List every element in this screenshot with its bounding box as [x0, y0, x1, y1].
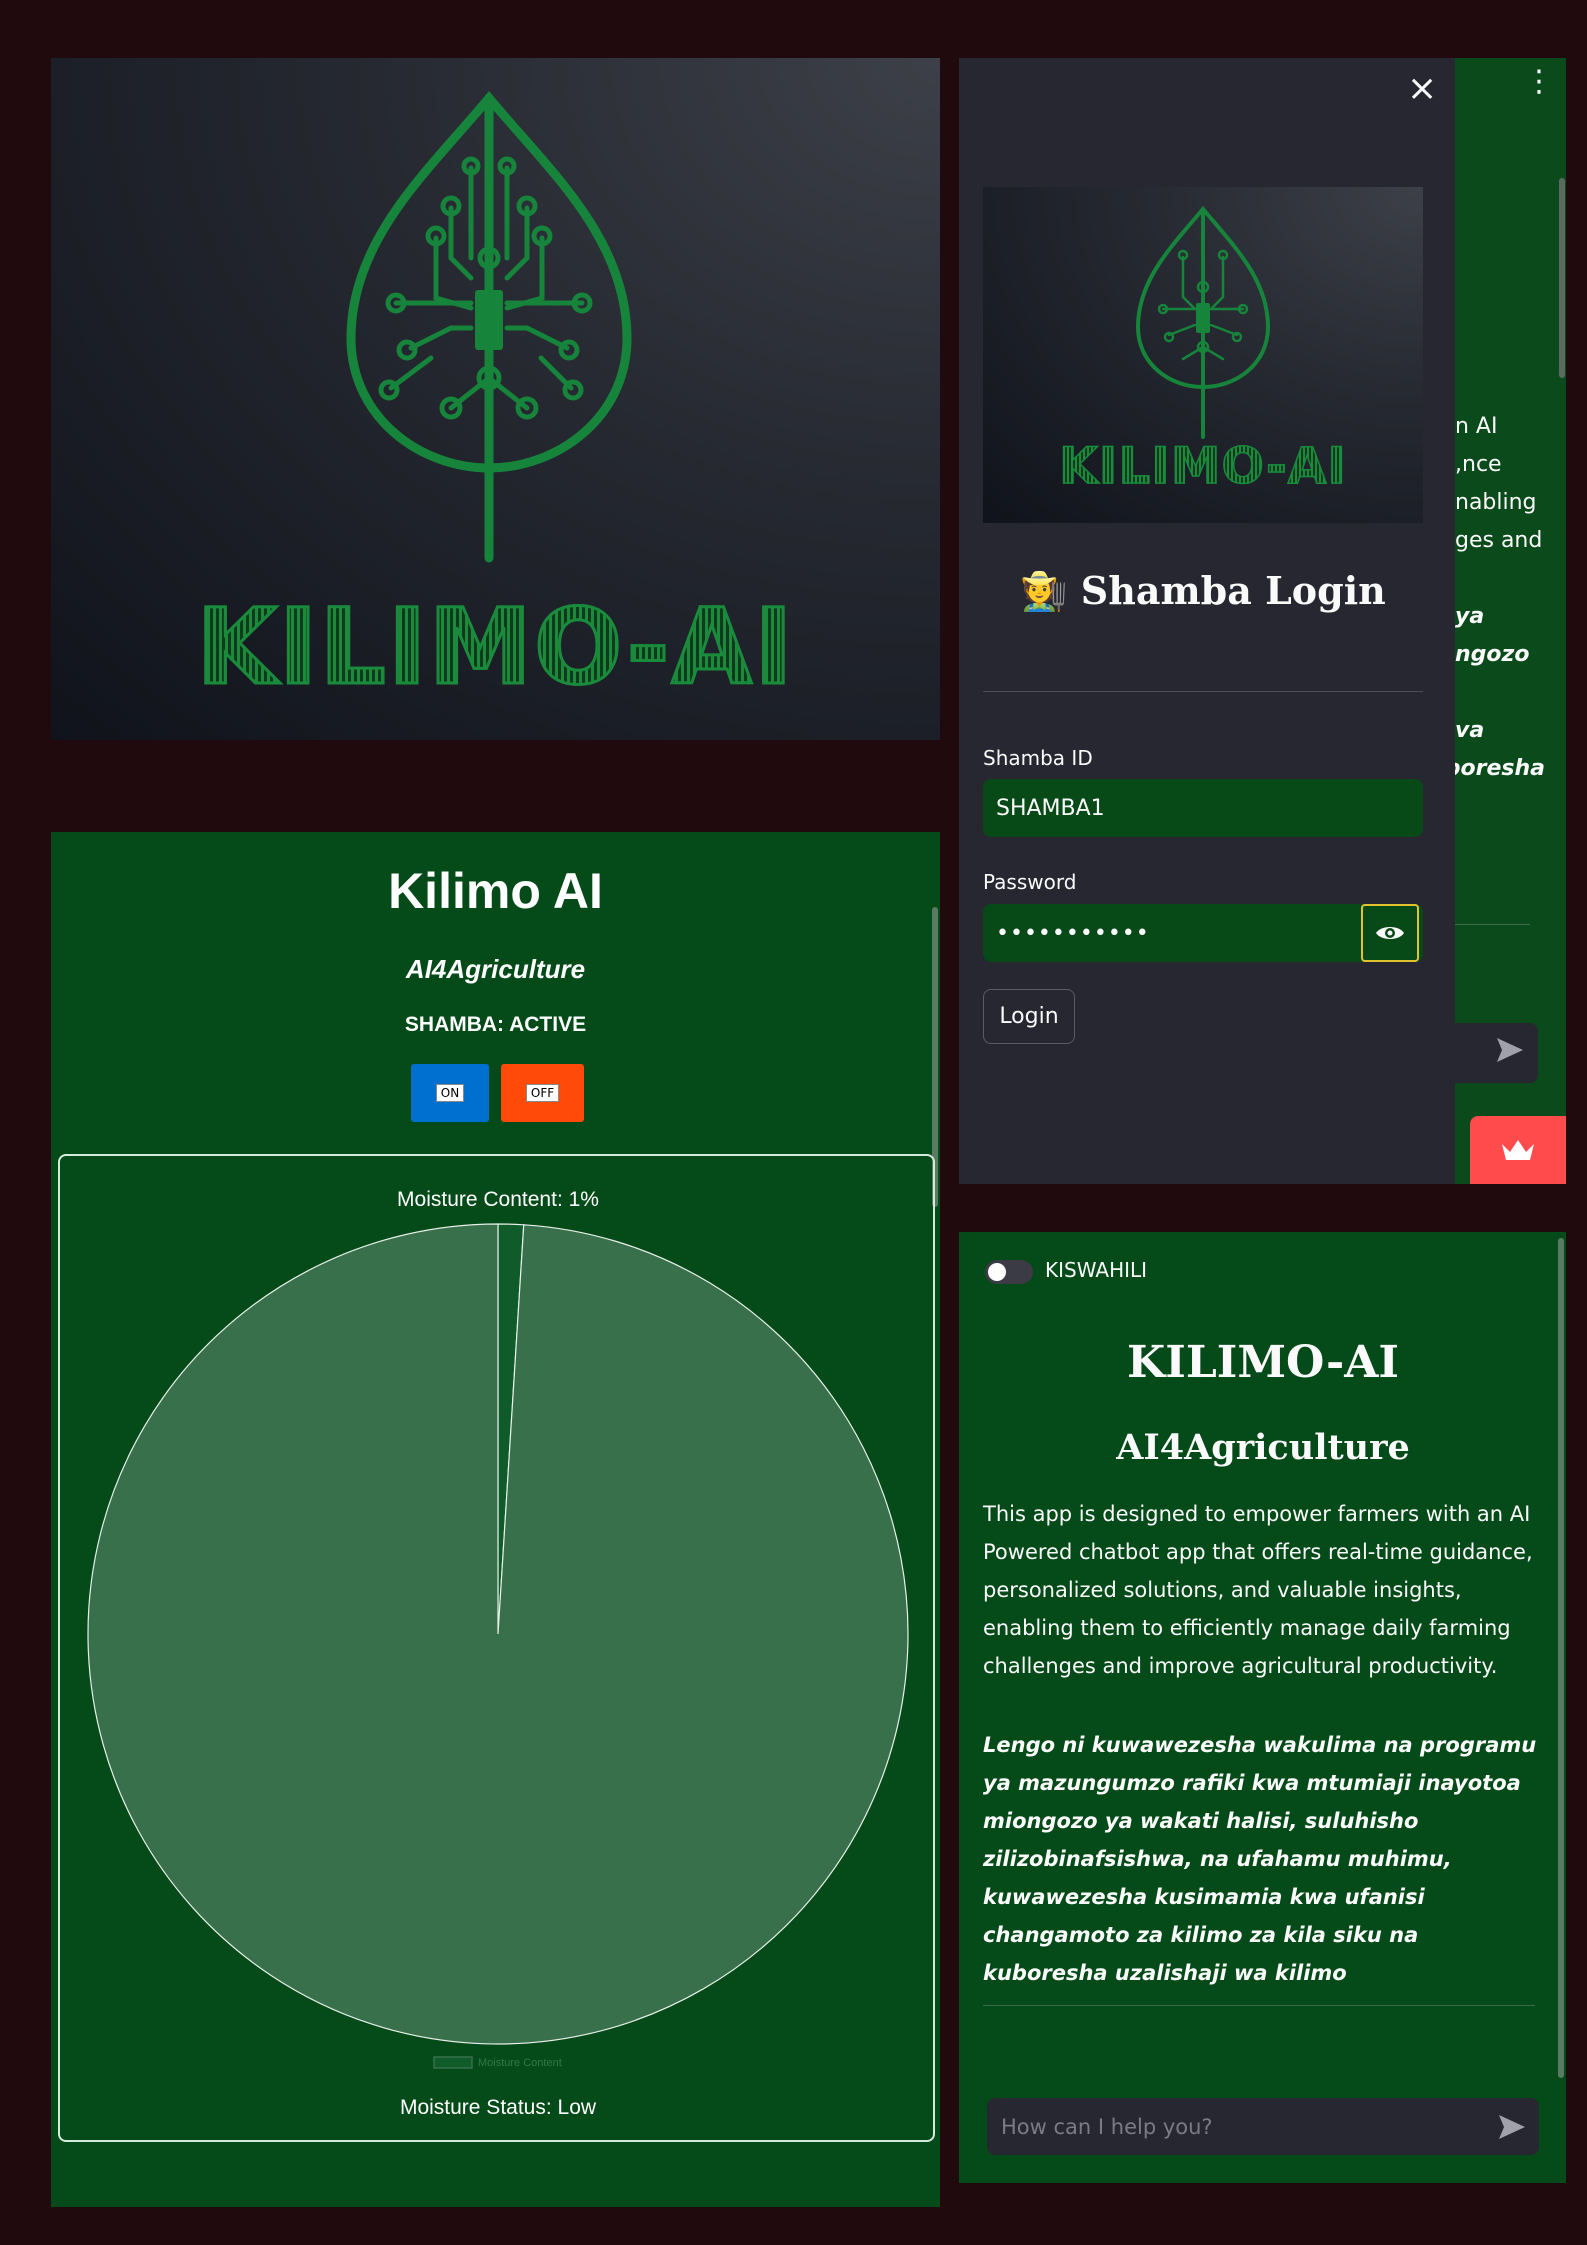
chat-placeholder: How can I help you? — [1001, 2114, 1213, 2139]
divider — [983, 691, 1423, 692]
divider — [1455, 924, 1530, 925]
login-title: 🧑‍🌾 Shamba Login — [983, 568, 1423, 614]
off-button-label: OFF — [525, 1084, 560, 1102]
login-logo-image: KILIMO-AI — [983, 187, 1423, 523]
off-button[interactable]: OFF — [501, 1064, 584, 1122]
scrollbar[interactable] — [1558, 1238, 1564, 2078]
moisture-status: Moisture Status: Low — [400, 2096, 597, 2119]
peek-line: nce, — [1455, 452, 1502, 477]
app-title: KILIMO-AI — [1127, 1337, 1399, 1388]
moisture-dashboard: Kilimo AI AI4Agriculture SHAMBA: ACTIVE … — [51, 832, 940, 2207]
shamba-id-input[interactable]: SHAMBA1 — [983, 779, 1423, 837]
chart-title: Moisture Content: 1% — [397, 1188, 599, 1211]
password-input[interactable]: ••••••••••• — [983, 904, 1423, 962]
moisture-chart-card: Moisture Content: 1% Moisture Content Mo… — [58, 1154, 935, 2142]
shamba-id-label: Shamba ID — [983, 746, 1093, 770]
more-menu-icon[interactable]: ⋮ — [1524, 64, 1554, 99]
farmer-icon: 🧑‍🌾 — [1020, 568, 1068, 613]
send-icon[interactable] — [1495, 1036, 1525, 1064]
legend-swatch — [433, 2056, 473, 2069]
login-button[interactable]: Login — [983, 989, 1075, 1044]
on-button[interactable]: ON — [411, 1064, 489, 1122]
send-icon[interactable] — [1497, 2113, 1527, 2141]
dashboard-title: Kilimo AI — [388, 863, 603, 919]
main-app-panel: KISWAHILI KILIMO-AI AI4Agriculture This … — [959, 1232, 1566, 2183]
dashboard-subtitle: AI4Agriculture — [405, 954, 586, 984]
login-screen: ⋮ n AI nce, nabling ges and ya ngozo va … — [959, 58, 1566, 1184]
shamba-status: SHAMBA: ACTIVE — [404, 1013, 587, 1036]
peek-line: n AI — [1455, 414, 1498, 439]
shamba-id-value: SHAMBA1 — [996, 795, 1105, 821]
language-toggle[interactable] — [985, 1260, 1033, 1284]
on-button-label: ON — [435, 1084, 465, 1102]
streamlit-crown-button[interactable] — [1470, 1116, 1566, 1184]
peek-line: boresha — [1455, 756, 1545, 781]
background-text-peek: n AI nce, nabling ges and ya ngozo va bo… — [1455, 408, 1566, 788]
password-label: Password — [983, 870, 1077, 894]
app-subtitle: AI4Agriculture — [1116, 1427, 1410, 1468]
close-icon[interactable]: × — [1407, 68, 1437, 109]
login-logo-wordmark: KILIMO-AI — [983, 436, 1423, 496]
scrollbar[interactable] — [1559, 178, 1565, 378]
peek-line: ges and — [1455, 528, 1543, 553]
logo-hero-panel: KILIMO-AI — [51, 58, 940, 740]
legend-label: Moisture Content — [478, 2057, 562, 2069]
moisture-pie-chart: Moisture Content: 1% Moisture Content Mo… — [87, 1188, 909, 2119]
login-sidebar: × — [959, 58, 1455, 1184]
peek-line: ngozo — [1455, 642, 1530, 667]
pie-slice-remainder — [87, 1223, 909, 2045]
logo-wordmark: KILIMO-AI — [51, 585, 940, 710]
crown-icon — [1502, 1140, 1534, 1160]
chat-input[interactable]: How can I help you? — [987, 2098, 1539, 2155]
peek-line — [1455, 674, 1545, 712]
eye-icon — [1376, 927, 1404, 939]
peek-line — [1455, 560, 1545, 598]
toggle-knob — [988, 1263, 1006, 1281]
description-english: This app is designed to empower farmers … — [983, 1502, 1533, 1678]
language-toggle-label: KISWAHILI — [1045, 1258, 1148, 1282]
password-value: ••••••••••• — [996, 920, 1150, 946]
show-password-button[interactable] — [1361, 904, 1419, 962]
peek-line: ya — [1455, 604, 1485, 629]
peek-line: nabling — [1455, 490, 1537, 515]
peek-line: va — [1455, 718, 1485, 743]
divider — [983, 2005, 1535, 2006]
login-title-text: Shamba Login — [1080, 568, 1386, 613]
description-swahili: Lengo ni kuwawezesha wakulima na program… — [983, 1733, 1537, 1985]
